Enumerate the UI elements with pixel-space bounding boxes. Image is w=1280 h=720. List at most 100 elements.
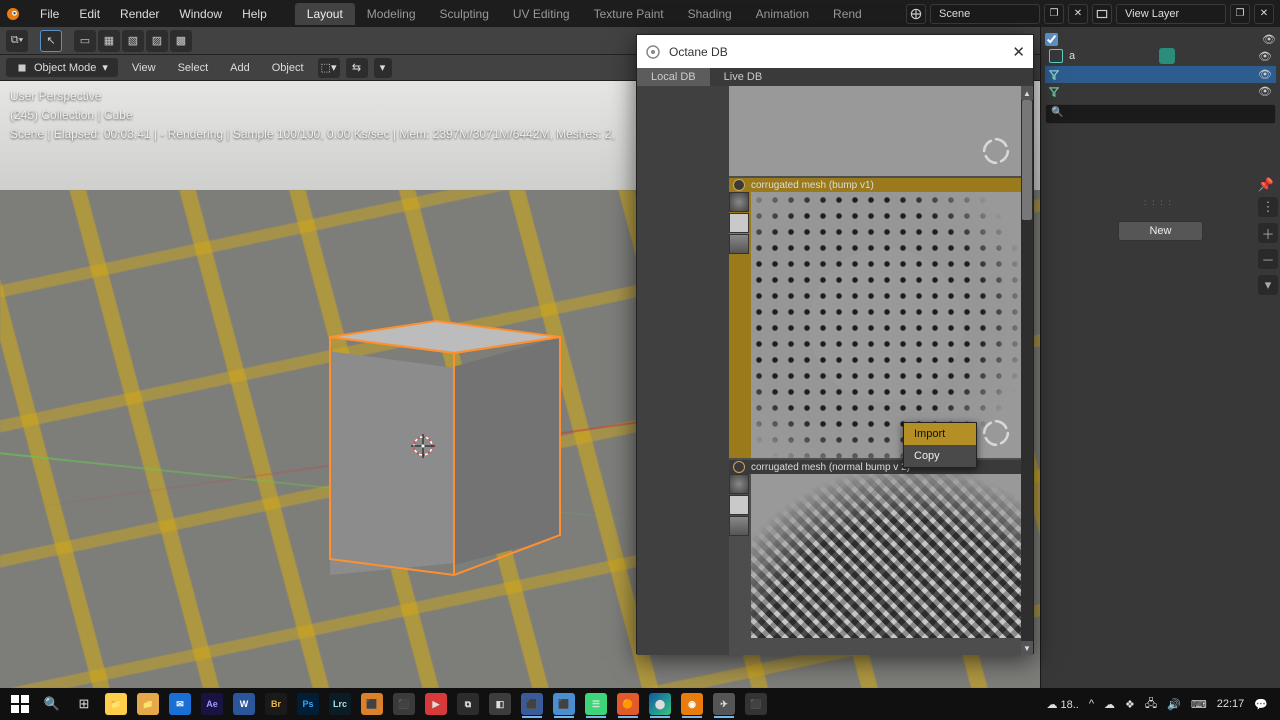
- context-import[interactable]: Import: [904, 423, 976, 445]
- select-intersect-icon[interactable]: ▨: [146, 30, 168, 52]
- weather-widget[interactable]: ☁ 18..: [1046, 698, 1078, 711]
- tray-notifications-icon[interactable]: 💬: [1254, 698, 1268, 711]
- viewlayer-browse-icon[interactable]: [1092, 4, 1112, 24]
- editor-type-icon[interactable]: ⧉▾: [6, 30, 28, 52]
- menu-file[interactable]: File: [30, 3, 69, 25]
- taskbar-app-10[interactable]: 🟠: [612, 690, 644, 718]
- taskbar-app-4[interactable]: ▶: [420, 690, 452, 718]
- menu-window[interactable]: Window: [169, 3, 232, 25]
- select-invert-icon[interactable]: ▩: [170, 30, 192, 52]
- taskbar-photoshop[interactable]: Ps: [292, 690, 324, 718]
- thumb-icon[interactable]: [729, 495, 749, 515]
- menu-select[interactable]: Select: [170, 59, 217, 77]
- taskbar-app-1[interactable]: 📁: [132, 690, 164, 718]
- task-view-icon[interactable]: ⊞: [68, 690, 100, 718]
- tab-layout[interactable]: Layout: [295, 3, 355, 25]
- taskbar-app-5[interactable]: ⧉: [452, 690, 484, 718]
- add-icon[interactable]: ＋: [1258, 223, 1278, 243]
- taskbar-app-2[interactable]: ⬛: [356, 690, 388, 718]
- taskbar-blender[interactable]: ◉: [676, 690, 708, 718]
- taskbar-app-8[interactable]: ⬛: [548, 690, 580, 718]
- mode-dropdown[interactable]: Object Mode ▾: [6, 58, 118, 77]
- selected-cube-object[interactable]: [330, 321, 560, 586]
- visibility-eye-icon[interactable]: 👁: [1262, 33, 1276, 46]
- thumb-icon[interactable]: [729, 213, 749, 233]
- material-card-selected[interactable]: corrugated mesh (bump v1) Import Copy: [729, 178, 1021, 458]
- select-subtract-icon[interactable]: ▧: [122, 30, 144, 52]
- tab-uv-editing[interactable]: UV Editing: [501, 3, 582, 25]
- taskbar-app-3[interactable]: ⬛: [388, 690, 420, 718]
- tray-clock[interactable]: 22:17: [1217, 698, 1245, 710]
- tab-animation[interactable]: Animation: [744, 3, 821, 25]
- taskbar-app-12[interactable]: ⬛: [740, 690, 772, 718]
- thumb-icon[interactable]: [729, 516, 749, 536]
- taskbar-app-7[interactable]: ⬛: [516, 690, 548, 718]
- outliner-search-input[interactable]: [1045, 104, 1276, 124]
- tab-rendering[interactable]: Rend: [821, 3, 874, 25]
- visibility-eye-icon[interactable]: 👁: [1258, 85, 1272, 98]
- material-card[interactable]: [729, 86, 1021, 176]
- select-box-icon[interactable]: ▭: [74, 30, 96, 52]
- outliner-row-selected[interactable]: 👁: [1045, 66, 1276, 83]
- taskbar-word[interactable]: W: [228, 690, 260, 718]
- options-icon[interactable]: ⋮: [1258, 197, 1278, 217]
- search-icon[interactable]: 🔍: [36, 690, 68, 718]
- tab-local-db[interactable]: Local DB: [637, 68, 710, 86]
- tab-modeling[interactable]: Modeling: [355, 3, 428, 25]
- pin-icon[interactable]: 📌: [1258, 177, 1274, 193]
- taskbar-app-6[interactable]: ◧: [484, 690, 516, 718]
- overlays-icon[interactable]: ⇆: [346, 58, 368, 78]
- scroll-thumb[interactable]: [1022, 100, 1032, 220]
- outliner-row-scene[interactable]: a 👁: [1045, 46, 1276, 66]
- taskbar-explorer[interactable]: 📁: [100, 690, 132, 718]
- viewlayer-name-field[interactable]: View Layer: [1116, 4, 1226, 24]
- tray-onedrive-icon[interactable]: ☁: [1104, 698, 1115, 711]
- taskbar-mail[interactable]: ✉: [164, 690, 196, 718]
- tab-texture-paint[interactable]: Texture Paint: [582, 3, 676, 25]
- outliner-row[interactable]: 👁: [1045, 83, 1276, 100]
- cursor-tool-icon[interactable]: ↖: [40, 30, 62, 52]
- tray-chevron-icon[interactable]: ^: [1089, 698, 1094, 710]
- remove-icon[interactable]: －: [1258, 249, 1278, 269]
- context-copy[interactable]: Copy: [904, 445, 976, 467]
- tray-volume-icon[interactable]: 🔊: [1167, 698, 1181, 711]
- thumb-icon[interactable]: [729, 474, 749, 494]
- material-card[interactable]: corrugated mesh (normal bump v 2): [729, 460, 1021, 638]
- tray-network-icon[interactable]: 🖧: [1145, 695, 1157, 714]
- scene-delete-icon[interactable]: ✕: [1068, 4, 1088, 24]
- menu-render[interactable]: Render: [110, 3, 169, 25]
- tray-dropbox-icon[interactable]: ❖: [1125, 698, 1135, 711]
- taskbar-bridge[interactable]: Br: [260, 690, 292, 718]
- viewlayer-delete-icon[interactable]: ✕: [1254, 4, 1274, 24]
- scene-name-field[interactable]: Scene: [930, 4, 1040, 24]
- dialog-titlebar[interactable]: Octane DB ✕: [637, 35, 1033, 68]
- menu-help[interactable]: Help: [232, 3, 277, 25]
- scene-browse-icon[interactable]: [906, 4, 926, 24]
- taskbar-edge[interactable]: ⬤: [644, 690, 676, 718]
- thumb-icon[interactable]: [729, 234, 749, 254]
- gizmo-icon[interactable]: ⬚▾: [318, 58, 340, 78]
- menu-view[interactable]: View: [124, 59, 164, 77]
- outliner-checkbox[interactable]: [1045, 33, 1058, 46]
- select-extend-icon[interactable]: ▦: [98, 30, 120, 52]
- visibility-eye-icon[interactable]: 👁: [1258, 68, 1272, 81]
- scroll-up-icon[interactable]: ▲: [1021, 86, 1033, 100]
- menu-add[interactable]: Add: [222, 59, 258, 77]
- tab-shading[interactable]: Shading: [676, 3, 744, 25]
- new-material-button[interactable]: New: [1118, 221, 1202, 241]
- menu-edit[interactable]: Edit: [69, 3, 110, 25]
- taskbar-app-11[interactable]: ✈: [708, 690, 740, 718]
- viewlayer-new-icon[interactable]: ❐: [1230, 4, 1250, 24]
- start-button[interactable]: [4, 690, 36, 718]
- close-icon[interactable]: ✕: [1012, 43, 1025, 61]
- menu-object[interactable]: Object: [264, 59, 312, 77]
- thumb-icon[interactable]: [729, 192, 749, 212]
- dialog-category-tree[interactable]: [637, 86, 729, 655]
- tab-sculpting[interactable]: Sculpting: [428, 3, 501, 25]
- scroll-down-icon[interactable]: ▼: [1021, 641, 1033, 655]
- chevron-down-icon[interactable]: ▾: [1258, 275, 1278, 295]
- taskbar-lightroom[interactable]: Lrc: [324, 690, 356, 718]
- scene-new-icon[interactable]: ❐: [1044, 4, 1064, 24]
- taskbar-after-effects[interactable]: Ae: [196, 690, 228, 718]
- tab-live-db[interactable]: Live DB: [710, 68, 777, 86]
